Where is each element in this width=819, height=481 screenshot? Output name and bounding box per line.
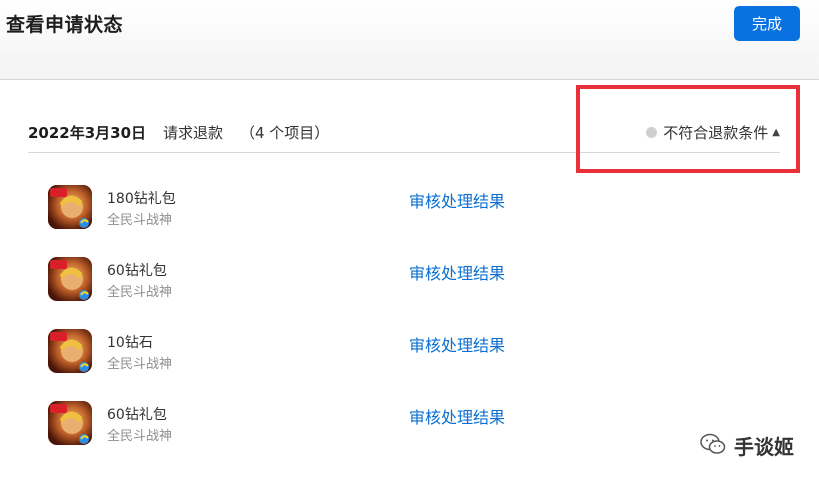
app-icon — [48, 257, 92, 301]
list-item: 60钻礼包 全民斗战神 审核处理结果 — [48, 401, 548, 449]
item-name: 180钻礼包 — [107, 191, 176, 207]
review-result-link[interactable]: 审核处理结果 — [409, 260, 505, 284]
wechat-icon — [700, 433, 726, 459]
watermark: 手谈姬 — [700, 431, 794, 460]
app-icon — [48, 185, 92, 229]
review-result-link[interactable]: 审核处理结果 — [409, 404, 505, 428]
request-date: 2022年3月30日 — [28, 124, 147, 142]
item-name: 10钻石 — [107, 335, 153, 351]
list-item: 180钻礼包 全民斗战神 审核处理结果 — [48, 185, 548, 233]
item-app-name: 全民斗战神 — [107, 357, 173, 372]
done-button[interactable]: 完成 — [734, 6, 800, 41]
item-name: 60钻礼包 — [107, 407, 167, 423]
item-app-name: 全民斗战神 — [107, 429, 173, 444]
highlight-annotation-box — [576, 85, 800, 173]
list-item: 60钻礼包 全民斗战神 审核处理结果 — [48, 257, 548, 305]
item-name: 60钻礼包 — [107, 263, 167, 279]
item-app-name: 全民斗战神 — [107, 213, 173, 228]
top-bar: 查看申请状态 完成 — [0, 0, 819, 80]
app-icon — [48, 401, 92, 445]
watermark-text: 手谈姬 — [734, 435, 794, 459]
review-result-link[interactable]: 审核处理结果 — [409, 188, 505, 212]
item-app-name: 全民斗战神 — [107, 285, 173, 300]
page-title: 查看申请状态 — [6, 14, 124, 36]
request-item-count: （4 个项目） — [240, 124, 330, 142]
list-item: 10钻石 全民斗战神 审核处理结果 — [48, 329, 548, 377]
app-icon — [48, 329, 92, 373]
review-result-link[interactable]: 审核处理结果 — [409, 332, 505, 356]
request-type: 请求退款 — [163, 124, 224, 142]
